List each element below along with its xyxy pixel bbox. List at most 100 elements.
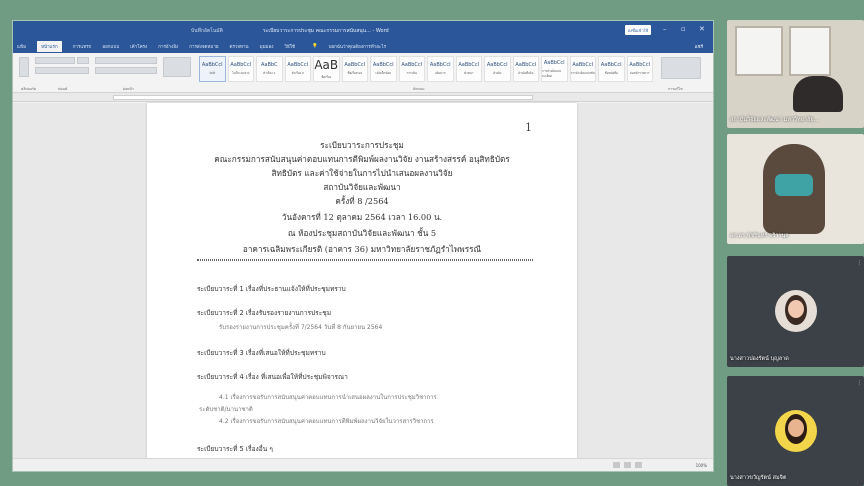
participant-tile[interactable]: ผศ.ดร.พัชรินทร์ จริวานุล	[727, 134, 864, 244]
read-mode-icon[interactable]	[613, 462, 620, 468]
style-sample: AaBbC	[260, 62, 278, 68]
agenda-item-1: ระเบียบวาระที่ 1 เรื่องที่ประธานแจ้งให้ท…	[197, 285, 346, 293]
style-sample: AaBbCcI	[401, 62, 423, 68]
style-9[interactable]: AaBbCcI ตัวหนา	[455, 56, 482, 82]
font-size-select[interactable]	[77, 57, 89, 64]
style-sample: AaBbCcI	[201, 62, 223, 68]
style-5[interactable]: AaBbCcI ชื่อเรื่องรอง	[341, 56, 368, 82]
editing-group[interactable]	[661, 57, 701, 79]
tab-file[interactable]: แฟ้ม	[17, 43, 26, 50]
style-0[interactable]: AaBbCcI ปกติ	[199, 56, 226, 82]
list-buttons[interactable]	[95, 57, 157, 64]
style-10[interactable]: AaBbCcI อ้างอิง	[484, 56, 511, 82]
agenda-item-4: ระเบียบวาระที่ 4 เรื่อง ที่เสนอเพื่อให้ท…	[197, 373, 348, 381]
window-title: ระเบียบวาระการประชุม คณะกรรมการสนับสนุน.…	[263, 28, 389, 34]
doc-heading-6: วันอังคารที่ 12 ตุลาคม 2564 เวลา 16.00 น…	[281, 212, 443, 222]
style-sample: AaBbCcI	[572, 62, 594, 68]
style-sample: AaBbCcI	[629, 62, 651, 68]
style-name: อ้างอิงที่เน้น	[518, 71, 534, 75]
separator-line	[197, 259, 533, 261]
style-name: ชื่อเรื่อง	[321, 75, 332, 79]
font-name-select[interactable]	[35, 57, 75, 64]
tell-me-input[interactable]: บอกฉันว่าคุณต้องการทำอะไร	[329, 43, 386, 50]
style-sample: AaBbCcI	[230, 62, 252, 68]
tab-design[interactable]: ออกแบบ	[102, 43, 119, 50]
lightbulb-icon: 💡	[311, 44, 318, 49]
style-4[interactable]: AaB ชื่อเรื่อง	[313, 56, 340, 82]
group-label-clipboard: คลิปบอร์ด	[21, 87, 37, 91]
tab-help[interactable]: วิธีใช้	[284, 43, 295, 50]
zoom-level[interactable]: 100%	[696, 463, 707, 468]
document-area[interactable]: 1 ระเบียบวาระการประชุม คณะกรรมการสนับสนุ…	[13, 103, 713, 471]
style-name: การอ้างอิงแบบเข้ม	[570, 71, 595, 75]
page-number: 1	[525, 121, 532, 134]
agenda-2-detail: รับรองรายงานการประชุมครั้งที่ 7/2564 วัน…	[219, 324, 383, 331]
style-name: การอ้างอิงแบบละเอียด	[542, 68, 562, 78]
doc-heading-2: คณะกรรมการสนับสนุนค่าตอบแทนการตีพิมพ์ผลง…	[214, 154, 510, 164]
font-format-buttons[interactable]	[35, 67, 89, 74]
style-sample: AaBbCcI	[287, 62, 309, 68]
style-3[interactable]: AaBbCcI หัวเรื่อง 2	[284, 56, 311, 82]
doc-heading-4: สถาบันวิจัยและพัฒนา	[323, 182, 401, 192]
signin-button[interactable]: ลงชื่อเข้าใช้	[625, 25, 651, 35]
doc-heading-5: ครั้งที่ 8 /2564	[335, 196, 389, 206]
style-2[interactable]: AaBbC หัวเรื่อง 1	[256, 56, 283, 82]
agenda-item-2: ระเบียบวาระที่ 2 เรื่องรับรองรายงานการปร…	[197, 309, 332, 317]
participant-gallery: สถาบันวิจัยและพัฒนา มหาวิทยาลัย... ผศ.ดร…	[727, 20, 864, 486]
tab-references[interactable]: การอ้างอิง	[158, 43, 178, 50]
document-page[interactable]: 1 ระเบียบวาระการประชุม คณะกรรมการสนับสนุ…	[147, 103, 577, 471]
more-icon[interactable]: ⋮	[857, 380, 862, 386]
style-sample: AaB	[314, 58, 339, 72]
participant-tile[interactable]: สถาบันวิจัยและพัฒนา มหาวิทยาลัย...	[727, 20, 864, 128]
agenda-item-5: ระเบียบวาระที่ 5 เรื่องอื่น ๆ	[197, 445, 273, 453]
close-icon[interactable]: ✕	[699, 25, 705, 33]
style-1[interactable]: AaBbCcI ไม่มีระยะห่าง	[227, 56, 254, 82]
tab-home[interactable]: หน้าแรก	[37, 41, 62, 52]
title-bar: บันทึกอัตโนมัติ ระเบียบวาระการประชุม คณะ…	[13, 21, 713, 40]
participant-name: สถาบันวิจัยและพัฒนา มหาวิทยาลัย...	[730, 117, 819, 123]
more-icon[interactable]: ⋮	[857, 260, 862, 266]
maximize-icon[interactable]: ▫	[681, 25, 686, 33]
tab-insert[interactable]: การแทรก	[73, 43, 92, 50]
style-15[interactable]: AaBbCcI ย่อหน้ารายการ	[626, 56, 653, 82]
paragraph-mark-button[interactable]	[163, 57, 191, 77]
room-window	[735, 26, 783, 76]
participant-name: นางสาวขวัญรัตน์ สมจิต	[730, 475, 787, 481]
participant-tile[interactable]: ⋮ นางสาวปองรัตน์ บุญลาด	[727, 256, 864, 367]
style-name: หัวเรื่อง 1	[263, 71, 276, 75]
participant-tile[interactable]: ⋮ นางสาวขวัญรัตน์ สมจิต	[727, 376, 864, 486]
style-11[interactable]: AaBbCcI อ้างอิงที่เน้น	[512, 56, 539, 82]
style-sample: AaBbCcI	[486, 62, 508, 68]
print-layout-icon[interactable]	[624, 462, 631, 468]
style-13[interactable]: AaBbCcI การอ้างอิงแบบเข้ม	[569, 56, 596, 82]
style-name: ปกติ	[209, 71, 216, 75]
style-name: ตัวหนา	[464, 71, 474, 75]
tab-view[interactable]: มุมมอง	[260, 43, 274, 50]
ribbon: AaBbCcI ปกติ AaBbCcI ไม่มีระยะห่าง AaBbC หัวเ…	[13, 53, 713, 93]
style-sample: AaBbCcI	[600, 62, 622, 68]
style-12[interactable]: AaBbCcI การอ้างอิงแบบละเอียด	[541, 56, 568, 82]
avatar-face	[788, 419, 804, 437]
room-window	[789, 26, 831, 76]
agenda-item-3: ระเบียบวาระที่ 3 เรื่องที่เสนอให้ที่ประช…	[197, 349, 326, 357]
ruler[interactable]	[13, 93, 713, 102]
avatar	[775, 410, 817, 452]
style-6[interactable]: AaBbCcI เน้นเล็กน้อย	[370, 56, 397, 82]
tab-mailings[interactable]: การส่งจดหมาย	[189, 43, 218, 50]
style-8[interactable]: AaBbCcI เน้นมาก	[427, 56, 454, 82]
alignment-buttons[interactable]	[95, 67, 157, 74]
group-label-styles: ลักษณะ	[413, 87, 425, 91]
style-sample: AaBbCcI	[543, 59, 565, 66]
web-layout-icon[interactable]	[635, 462, 642, 468]
tab-review[interactable]: ตรวจทาน	[230, 43, 249, 50]
share-button[interactable]: แชร์	[695, 43, 703, 50]
view-buttons[interactable]	[613, 462, 642, 468]
style-14[interactable]: AaBbCcI ชื่อหนังสือ	[598, 56, 625, 82]
group-label-paragraph: ย่อหน้า	[123, 87, 134, 91]
paste-button[interactable]	[19, 57, 29, 77]
avatar	[775, 290, 817, 332]
style-7[interactable]: AaBbCcI การเน้น	[398, 56, 425, 82]
autosave-label[interactable]: บันทึกอัตโนมัติ	[191, 27, 223, 35]
minimize-icon[interactable]: –	[663, 25, 667, 33]
tab-layout[interactable]: เค้าโครง	[130, 43, 147, 50]
